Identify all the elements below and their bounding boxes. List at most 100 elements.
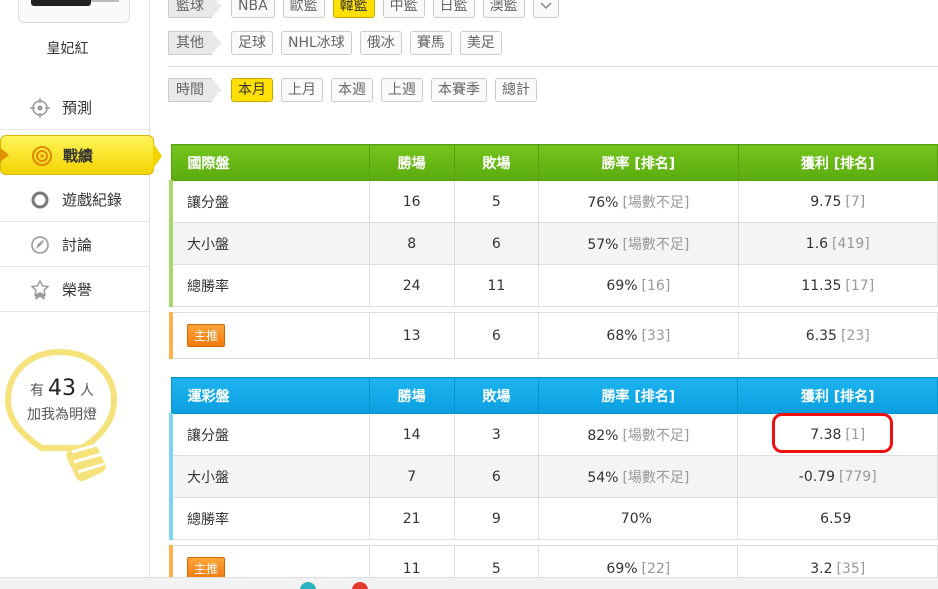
taskbar-icon[interactable] — [352, 582, 368, 589]
rate-rank: [場數不足] — [622, 194, 690, 211]
profit-value: 3.2 — [810, 560, 833, 577]
rate-cell: 82% [場數不足] — [538, 413, 739, 456]
sidebar-item-game-log[interactable]: 遊戲紀錄 — [0, 178, 150, 222]
rate-rank: [16] — [641, 277, 671, 294]
chip-last-month[interactable]: 上月 — [281, 78, 323, 102]
column-header: 敗場 — [453, 144, 540, 181]
avatar-image-edge — [91, 0, 119, 2]
column-header: 勝率 [排名] — [538, 377, 739, 414]
profit-rank: [23] — [840, 327, 870, 344]
fans-bulb[interactable]: 有 43 人 加我為明燈 — [2, 348, 120, 488]
profit-cell: 11.35 [17] — [737, 264, 938, 307]
chip-horse-racing[interactable]: 賽馬 — [409, 31, 452, 55]
sidebar: 皇妃紅 預測 戰績 遊戲紀錄 討論 榮譽 有 43 人 加我為明燈 — [0, 0, 162, 577]
rate-value: 69% — [606, 277, 638, 294]
filter-time: 時間 本月 上月 本週 上週 本賽季 總計 — [168, 78, 545, 102]
featured-badge[interactable]: 主推 — [187, 324, 226, 347]
avatar[interactable] — [18, 0, 130, 23]
chip-nba[interactable]: NBA — [231, 0, 275, 18]
fans-subtitle: 加我為明燈 — [27, 407, 97, 423]
active-indicator — [0, 147, 9, 163]
sidebar-item-label: 遊戲紀錄 — [62, 191, 123, 209]
profit-value: 6.35 — [805, 327, 837, 344]
fans-count: 43 — [48, 376, 76, 401]
chip-russia-ice[interactable]: 俄冰 — [359, 31, 402, 55]
column-header: 勝率 [排名] — [538, 144, 739, 181]
filter-label: 時間 — [168, 78, 221, 102]
rate-cell: 57% [場數不足] — [538, 222, 739, 265]
table-row: 大小盤 7 6 54% [場數不足] -0.79 [779] — [168, 455, 938, 498]
sidebar-item-label: 預測 — [62, 99, 93, 117]
chip-soccer[interactable]: 足球 — [231, 31, 273, 55]
profit-value: 6.59 — [820, 510, 852, 527]
profit-value: 11.35 — [801, 277, 842, 294]
win-cell: 13 — [368, 312, 455, 359]
chip-last-week[interactable]: 上週 — [381, 78, 423, 102]
loss-cell: 5 — [453, 180, 540, 223]
profit-rank: [779] — [839, 468, 877, 485]
chip-total[interactable]: 總計 — [495, 78, 537, 102]
loss-cell: 6 — [453, 312, 540, 359]
chip-this-season[interactable]: 本賽季 — [431, 78, 487, 102]
pencil-badge-icon — [30, 235, 50, 255]
chip-this-week[interactable]: 本週 — [331, 78, 373, 102]
rate-value: 54% — [587, 469, 619, 486]
rate-value: 69% — [606, 560, 638, 577]
filter-others: 其他 足球 NHL冰球 俄冰 賽馬 美足 — [168, 31, 510, 55]
profit-rank: [17] — [845, 277, 875, 294]
chip-japan-basket[interactable]: 日籃 — [432, 0, 475, 18]
filter-basketball: 籃球 NBA 歐籃 韓籃 中籃 日籃 澳籃 — [168, 0, 567, 18]
sidebar-item-label: 戰績 — [63, 146, 94, 165]
chip-korea-basket[interactable]: 韓籃 — [332, 0, 375, 18]
column-header: 敗場 — [453, 377, 540, 414]
page: 皇妃紅 預測 戰績 遊戲紀錄 討論 榮譽 有 43 人 加我為明燈 籃球 NBA… — [0, 0, 938, 589]
column-header: 運彩盤 — [170, 377, 370, 414]
win-cell: 8 — [368, 222, 455, 265]
profit-rank: [35] — [836, 560, 866, 577]
row-name: 總勝率 — [168, 497, 370, 540]
chip-nhl[interactable]: NHL冰球 — [281, 31, 352, 55]
chip-euro-basket[interactable]: 歐籃 — [282, 0, 325, 18]
profit-rank: [7] — [845, 193, 866, 210]
target-icon — [30, 97, 50, 118]
chip-china-basket[interactable]: 中籃 — [382, 0, 425, 18]
taskbar-icon[interactable] — [300, 582, 316, 589]
loss-cell: 11 — [453, 264, 540, 307]
highlight-annotation — [772, 413, 893, 453]
rate-value: 57% — [587, 236, 619, 253]
sidebar-item-honor[interactable]: 榮譽 — [0, 268, 150, 312]
chevron-down-icon[interactable] — [532, 0, 559, 18]
featured-row: 主推 13 6 68% [33] 6.35 [23] — [168, 312, 938, 359]
filter-label: 籃球 — [168, 0, 221, 18]
row-name: 讓分盤 — [168, 413, 370, 456]
username: 皇妃紅 — [46, 41, 89, 57]
sidebar-item-label: 討論 — [62, 236, 93, 254]
chip-american-football[interactable]: 美足 — [459, 31, 502, 55]
rate-rank: [場數不足] — [622, 236, 690, 253]
sidebar-item-predict[interactable]: 預測 — [0, 86, 150, 130]
ribbon-icon — [30, 278, 50, 300]
filter-label: 其他 — [168, 31, 221, 55]
fans-prefix: 有 — [30, 383, 44, 399]
rate-cell: 76% [場數不足] — [538, 180, 739, 223]
table-row: 總勝率 21 9 70% 6.59 — [168, 497, 938, 540]
chip-this-month[interactable]: 本月 — [231, 78, 273, 102]
fans-count-line: 有 43 人 — [2, 376, 122, 401]
sidebar-item-discussion[interactable]: 討論 — [0, 223, 150, 267]
rate-value: 68% — [606, 327, 638, 344]
featured-name: 主推 — [168, 312, 370, 359]
loss-cell: 6 — [453, 455, 540, 498]
avatar-image — [31, 0, 91, 6]
row-name: 大小盤 — [168, 455, 370, 498]
row-name: 讓分盤 — [168, 180, 370, 223]
chip-aus-basket[interactable]: 澳籃 — [482, 0, 525, 18]
sidebar-item-record[interactable]: 戰績 — [0, 135, 162, 175]
rate-value: 76% — [587, 194, 619, 211]
column-header: 勝場 — [368, 144, 455, 181]
loss-cell: 3 — [453, 413, 540, 456]
profit-value: -0.79 — [798, 468, 836, 485]
international-table: 國際盤 勝場 敗場 勝率 [排名] 獲利 [排名] 讓分盤 16 5 76% [場… — [168, 144, 938, 359]
fans-suffix: 人 — [80, 383, 94, 399]
win-cell: 21 — [368, 497, 455, 540]
rate-rank: [22] — [641, 560, 671, 577]
